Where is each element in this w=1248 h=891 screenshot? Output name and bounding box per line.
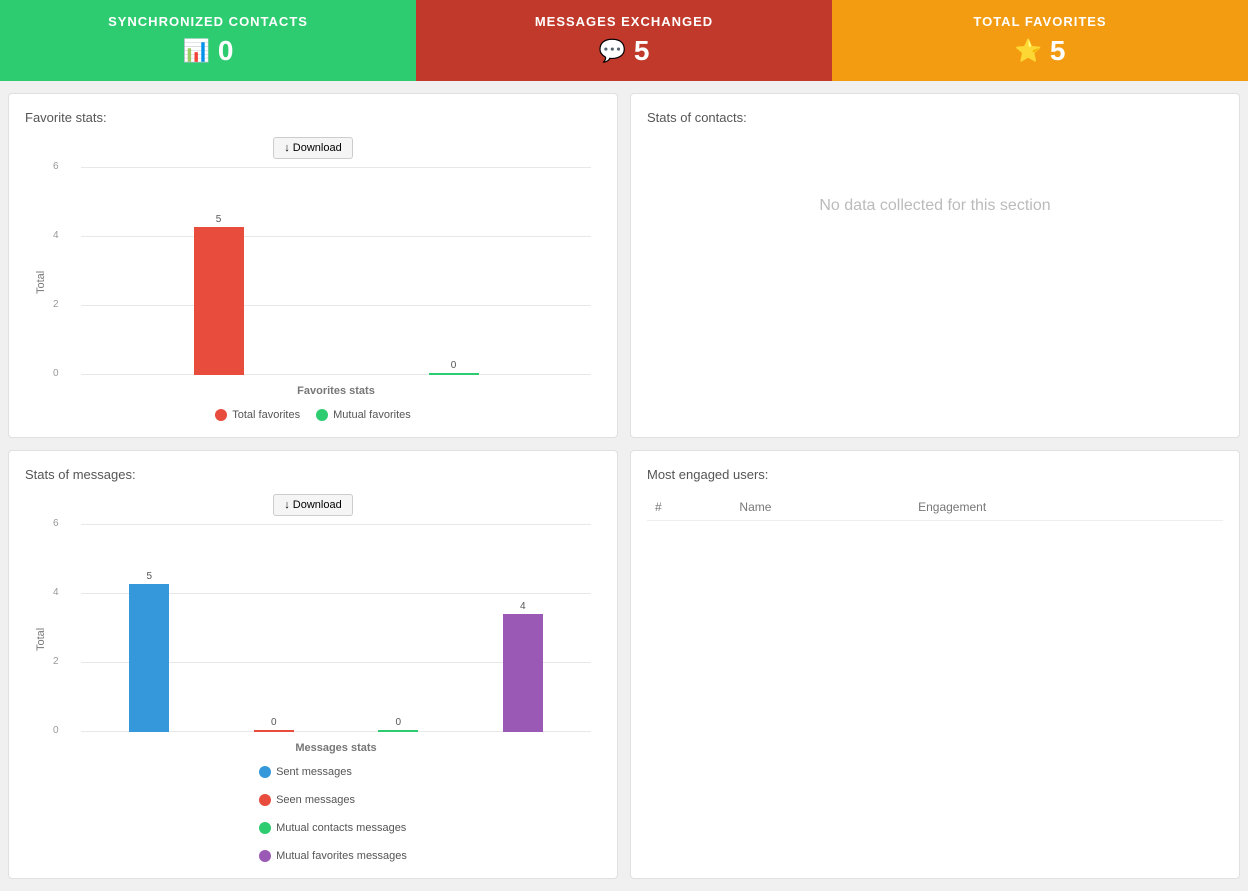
main-grid: Favorite stats: ↓ Download Total 6 4 2 0 bbox=[0, 93, 1248, 891]
col-number: # bbox=[647, 494, 731, 521]
favorite-stats-chart-inner: 6 4 2 0 5 bbox=[51, 167, 591, 397]
col-name: Name bbox=[731, 494, 910, 521]
sent-messages-bar-item: 5 bbox=[129, 571, 169, 732]
legend-mutual-contacts-messages: Mutual contacts messages bbox=[259, 822, 406, 834]
stats-of-contacts-title: Stats of contacts: bbox=[647, 110, 1223, 125]
stats-of-contacts-no-data: No data collected for this section bbox=[647, 137, 1223, 275]
mutual-contacts-messages-group: 0 bbox=[340, 717, 457, 732]
mutual-contacts-messages-bar-item: 0 bbox=[378, 717, 418, 732]
mutual-favorites-messages-group: 4 bbox=[465, 601, 582, 732]
favorite-stats-chart-area: ↓ Download Total 6 4 2 0 5 bbox=[25, 137, 601, 421]
most-engaged-users-title: Most engaged users: bbox=[647, 467, 1223, 482]
legend-sent-messages: Sent messages bbox=[259, 766, 352, 778]
favorite-stats-download-btn[interactable]: ↓ Download bbox=[273, 137, 352, 159]
synchronized-contacts-card: SYNCHRONIZED CONTACTS 📊 0 bbox=[0, 0, 416, 81]
legend-dot-mutual-favorites bbox=[316, 409, 328, 421]
engaged-users-table: # Name Engagement bbox=[647, 494, 1223, 521]
messages-chart-inner: 6 4 2 0 5 bbox=[51, 524, 591, 754]
sent-messages-bar bbox=[129, 584, 169, 732]
stats-of-messages-title: Stats of messages: bbox=[25, 467, 601, 482]
stats-of-contacts-panel: Stats of contacts: No data collected for… bbox=[630, 93, 1240, 438]
total-favorites-card: TOTAL FAVORITES ⭐ 5 bbox=[832, 0, 1248, 81]
messages-exchanged-title: MESSAGES EXCHANGED bbox=[426, 14, 822, 29]
engaged-users-header-row: # Name Engagement bbox=[647, 494, 1223, 521]
messages-bars-container: 5 0 0 bbox=[81, 524, 591, 732]
favorite-stats-title: Favorite stats: bbox=[25, 110, 601, 125]
stats-of-messages-panel: Stats of messages: ↓ Download Total 6 4 … bbox=[8, 450, 618, 879]
messages-legend: Sent messages Seen messages Mutual conta… bbox=[219, 766, 407, 862]
legend-mutual-favorites: Mutual favorites bbox=[316, 409, 411, 421]
bar-chart-icon: 📊 bbox=[183, 38, 210, 64]
messages-exchanged-card: MESSAGES EXCHANGED 💬 5 bbox=[416, 0, 832, 81]
col-engagement: Engagement bbox=[910, 494, 1223, 521]
chat-icon: 💬 bbox=[599, 38, 626, 64]
messages-exchanged-value: 💬 5 bbox=[426, 35, 822, 67]
mutual-favorites-bar-item: 0 bbox=[429, 360, 479, 375]
favorite-bar-group-1: 5 bbox=[111, 214, 326, 375]
synced-contacts-title: SYNCHRONIZED CONTACTS bbox=[10, 14, 406, 29]
engaged-users-thead: # Name Engagement bbox=[647, 494, 1223, 521]
messages-x-axis-label: Messages stats bbox=[81, 742, 591, 754]
seen-messages-bar bbox=[254, 730, 294, 732]
top-bar: SYNCHRONIZED CONTACTS 📊 0 MESSAGES EXCHA… bbox=[0, 0, 1248, 81]
favorite-stats-y-label: Total bbox=[35, 167, 47, 397]
seen-messages-group: 0 bbox=[216, 717, 333, 732]
favorite-x-axis-label: Favorites stats bbox=[81, 385, 591, 397]
mutual-contacts-messages-bar bbox=[378, 730, 418, 732]
mutual-favorites-messages-bar-item: 4 bbox=[503, 601, 543, 732]
stats-of-messages-download-btn[interactable]: ↓ Download bbox=[273, 494, 352, 516]
favorite-stats-chart: Total 6 4 2 0 5 bbox=[25, 167, 601, 397]
most-engaged-users-panel: Most engaged users: # Name Engagement bbox=[630, 450, 1240, 879]
stats-of-messages-chart: Total 6 4 2 0 5 bbox=[25, 524, 601, 754]
legend-total-favorites: Total favorites bbox=[215, 409, 300, 421]
favorite-stats-legend: Total favorites Mutual favorites bbox=[215, 409, 411, 421]
total-favorites-bar-item: 5 bbox=[194, 214, 244, 375]
mutual-favorites-bar bbox=[429, 373, 479, 375]
legend-dot-mutual-fav-msg bbox=[259, 850, 271, 862]
legend-dot-total-favorites bbox=[215, 409, 227, 421]
legend-dot-seen bbox=[259, 794, 271, 806]
messages-y-label: Total bbox=[35, 524, 47, 754]
total-favorites-title: TOTAL FAVORITES bbox=[842, 14, 1238, 29]
star-icon: ⭐ bbox=[1015, 38, 1042, 64]
favorite-bar-group-2: 0 bbox=[346, 360, 561, 375]
total-favorites-value: ⭐ 5 bbox=[842, 35, 1238, 67]
mutual-favorites-messages-bar bbox=[503, 614, 543, 732]
legend-dot-sent bbox=[259, 766, 271, 778]
seen-messages-bar-item: 0 bbox=[254, 717, 294, 732]
favorite-stats-panel: Favorite stats: ↓ Download Total 6 4 2 0 bbox=[8, 93, 618, 438]
legend-dot-mutual-contacts bbox=[259, 822, 271, 834]
total-favorites-bar bbox=[194, 227, 244, 375]
legend-seen-messages: Seen messages bbox=[259, 794, 355, 806]
stats-of-messages-chart-area: ↓ Download Total 6 4 2 0 5 bbox=[25, 494, 601, 862]
legend-mutual-favorites-messages: Mutual favorites messages bbox=[259, 850, 407, 862]
favorite-bars-container: 5 0 bbox=[81, 167, 591, 375]
synced-contacts-value: 📊 0 bbox=[10, 35, 406, 67]
sent-messages-group: 5 bbox=[91, 571, 208, 732]
